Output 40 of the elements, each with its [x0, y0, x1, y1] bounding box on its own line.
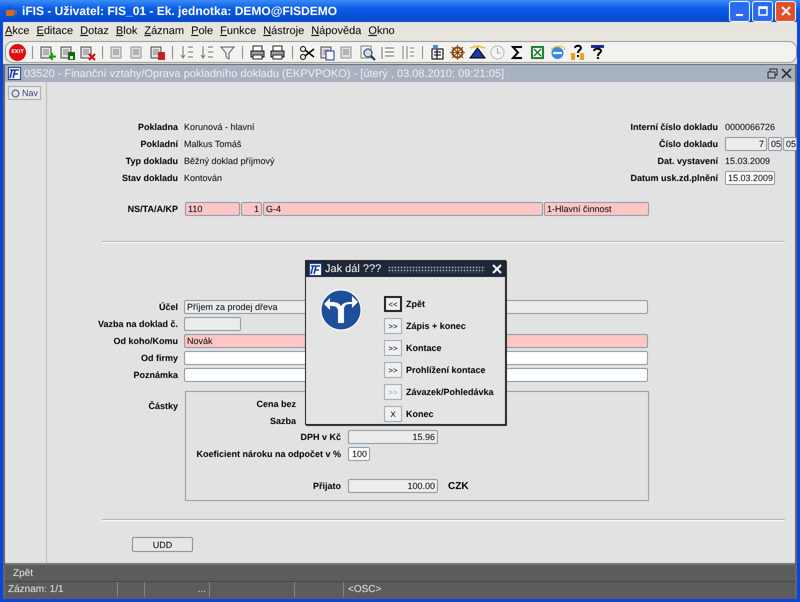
- field-label: DPH v Kč: [299, 432, 341, 442]
- field-label: Dat. vystavení: [656, 156, 718, 166]
- field-label: Datum usk.zd.plnění: [629, 172, 718, 182]
- status-cell: <OSC>: [348, 584, 382, 595]
- action-label: Konec: [406, 409, 434, 419]
- record-counter: Záznam: 1/1: [8, 584, 64, 595]
- field-label: Účel: [158, 302, 178, 312]
- action-label: Zápis + konec: [406, 321, 466, 331]
- action-label: Prohlížení kontace: [406, 365, 486, 375]
- field-label: Vazba na doklad č.: [96, 318, 178, 328]
- field-label: Sazba: [268, 416, 296, 426]
- field-label: Poznámka: [132, 370, 178, 380]
- field-label: Koeficient nároku na odpočet v %: [195, 448, 341, 459]
- field-label: Pokladní: [139, 138, 178, 148]
- action-label: Závazek/Pohledávka: [406, 387, 494, 397]
- group-label: Částky: [147, 400, 178, 413]
- field-value: Korunová - hlavní: [184, 122, 255, 132]
- field-label: Číslo dokladu: [658, 138, 718, 148]
- field-value: Malkus Tomáš: [184, 138, 242, 148]
- field-label: Přijato: [312, 481, 341, 492]
- field-label: Cena bez: [255, 399, 296, 410]
- form-title: 03520 - Finanční vztahy/Oprava pokladního dokladu (EKPVPOKO) - [úterý , 03.08.2010; 09:21:05]: [24, 68, 506, 80]
- currency-label: CZK: [448, 480, 469, 492]
- field-label: Typ dokladu: [124, 156, 178, 166]
- status-cell: ...: [198, 584, 206, 595]
- action-label: Kontace: [406, 343, 442, 353]
- field-label: NS/TA/A/KP: [126, 204, 178, 214]
- field-label: Od koho/Komu: [112, 336, 178, 346]
- field-label: Stav dokladu: [120, 172, 178, 182]
- action-label: Zpět: [406, 299, 425, 309]
- field-value: 15.03.2009: [725, 156, 770, 166]
- field-label: Interní číslo dokladu: [629, 122, 718, 132]
- field-value: Kontován: [184, 172, 222, 182]
- field-label: Pokladna: [136, 122, 178, 132]
- status-message: Zpět: [13, 568, 34, 578]
- dialog-title: Jak dál ???: [325, 263, 382, 275]
- window-title: iFIS - Uživatel: FIS_01 - Ek. jednotka: DEMO@FISDEMO: [22, 4, 338, 18]
- field-label: Od firmy: [140, 352, 178, 362]
- field-value: Běžný doklad příjmový: [184, 156, 275, 166]
- field-value: 0000066726: [725, 122, 776, 132]
